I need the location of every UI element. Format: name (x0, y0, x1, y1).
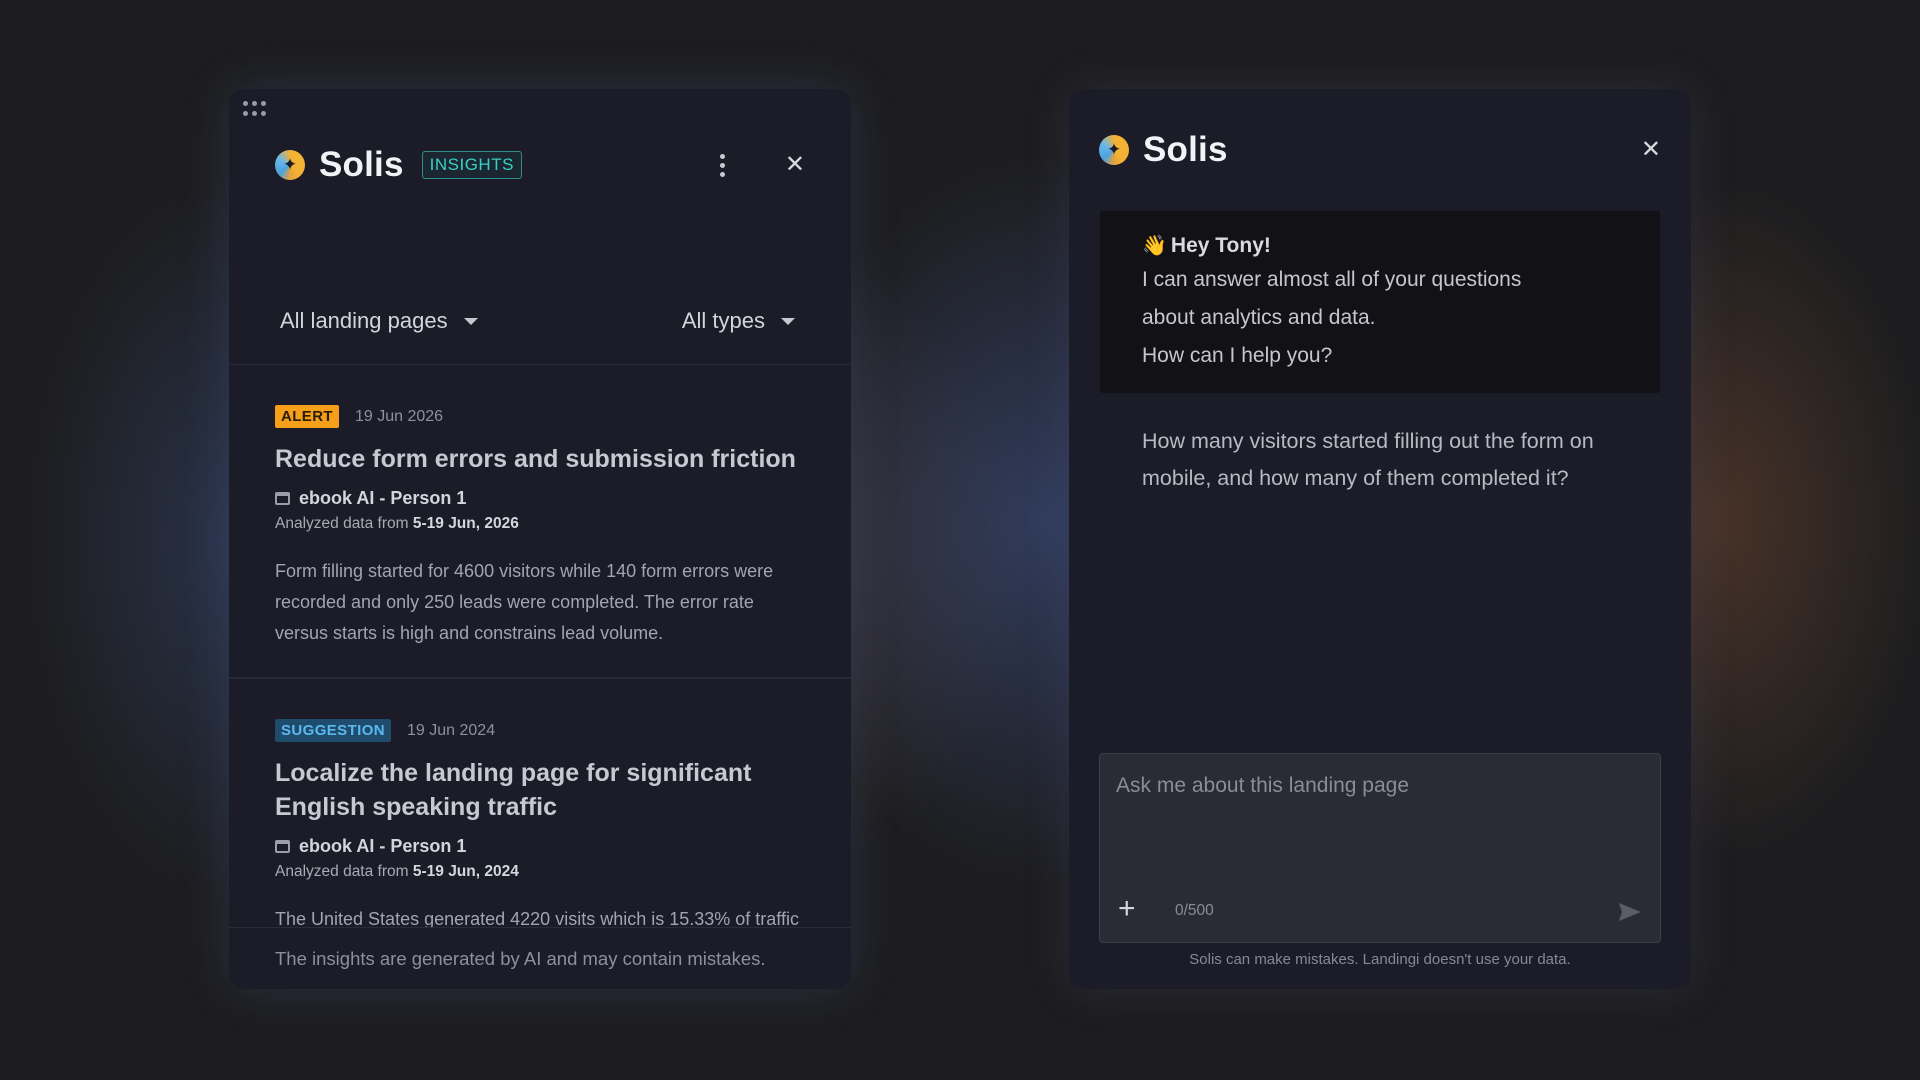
insights-header: Solis INSIGHTS ✕ (275, 141, 805, 189)
insight-page-name: ebook AI - Person 1 (299, 836, 467, 856)
send-icon[interactable] (1618, 902, 1642, 922)
analyzed-range: Analyzed data from 5-19 Jun, 2026 (275, 515, 519, 532)
alert-tag: ALERT (275, 405, 339, 428)
chevron-down-icon (463, 317, 478, 325)
solis-logo-icon (275, 150, 305, 180)
greeting-line: How can I help you? (1142, 344, 1333, 367)
types-filter-label: All types (681, 308, 765, 333)
plus-icon[interactable]: + (1118, 894, 1136, 924)
user-message: How many visitors started filling out th… (1142, 429, 1594, 490)
chat-composer: + 0/500 (1099, 753, 1661, 943)
insight-body: Form filling started for 4600 visitors w… (275, 561, 774, 643)
insights-badge: INSIGHTS (421, 151, 522, 179)
drag-handle-icon[interactable] (243, 101, 267, 117)
solis-logo-icon (1099, 135, 1129, 165)
insight-card-alert[interactable]: ALERT 19 Jun 2026 Reduce form errors and… (229, 365, 851, 679)
chat-panel: Solis ✕ 👋Hey Tony! I can answer almost a… (1069, 89, 1691, 989)
insight-date: 19 Jun 2024 (407, 721, 496, 739)
insights-panel: Solis INSIGHTS ✕ All landing pages All t… (229, 89, 851, 989)
kebab-menu-icon[interactable] (711, 150, 735, 180)
char-counter: 0/500 (1175, 902, 1214, 919)
insights-list[interactable]: ALERT 19 Jun 2026 Reduce form errors and… (229, 365, 851, 989)
page-icon (275, 840, 290, 853)
chevron-down-icon (781, 317, 795, 325)
chat-input[interactable] (1100, 754, 1660, 884)
analyzed-range: Analyzed data from 5-19 Jun, 2024 (275, 863, 519, 880)
greeting-line: I can answer almost all of your question… (1142, 268, 1522, 291)
insight-title: Localize the landing page for significan… (275, 759, 752, 821)
suggestion-tag: SUGGESTION (275, 719, 392, 742)
stage: Solis INSIGHTS ✕ All landing pages All t… (0, 0, 1920, 1080)
insight-title: Reduce form errors and submission fricti… (275, 445, 796, 473)
filters-bar: All landing pages All types (280, 301, 795, 341)
landing-pages-filter[interactable]: All landing pages (280, 308, 478, 334)
types-filter[interactable]: All types (682, 308, 795, 334)
chat-header: Solis ✕ (1099, 129, 1661, 171)
close-icon[interactable]: ✕ (785, 153, 805, 177)
assistant-greeting: 👋 Hey Tony! I can answer almost all of yo… (1100, 211, 1660, 393)
insights-footer-note: The insights are generated by AI and may… (229, 927, 851, 989)
insight-date: 19 Jun 2026 (355, 407, 444, 425)
brand-name: Solis (319, 145, 404, 184)
chat-disclaimer: Solis can make mistakes. Landingi doesn'… (1189, 951, 1571, 968)
page-icon (275, 492, 290, 505)
close-icon[interactable]: ✕ (1641, 138, 1661, 162)
greeting-line: about analytics and data. (1142, 306, 1376, 329)
insight-page-name: ebook AI - Person 1 (299, 488, 467, 508)
wave-icon: 👋 (1142, 235, 1167, 257)
greeting-hello: Hey Tony! (1170, 234, 1271, 257)
landing-pages-filter-label: All landing pages (280, 308, 448, 333)
brand-name: Solis (1143, 130, 1228, 169)
